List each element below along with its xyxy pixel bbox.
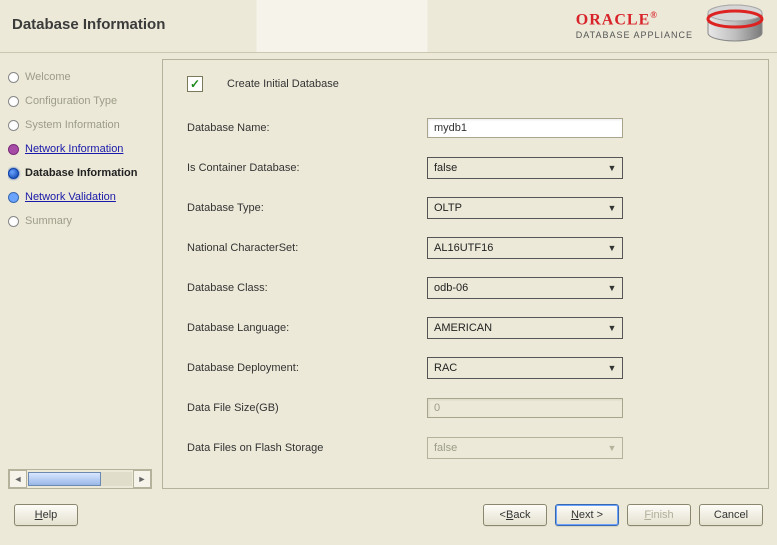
- step-bullet-icon: [8, 144, 19, 155]
- database-class-select[interactable]: odb-06 ▼: [427, 277, 623, 299]
- help-button[interactable]: Help: [14, 504, 78, 526]
- scroll-right-icon[interactable]: ►: [133, 470, 151, 488]
- step-label: Configuration Type: [25, 95, 117, 107]
- select-value: odb-06: [434, 282, 468, 294]
- chevron-down-icon: ▼: [604, 363, 620, 373]
- step-label: Welcome: [25, 71, 71, 83]
- database-type-select[interactable]: OLTP ▼: [427, 197, 623, 219]
- database-language-select[interactable]: AMERICAN ▼: [427, 317, 623, 339]
- brand-subtitle: DATABASE APPLIANCE: [576, 30, 693, 40]
- data-file-size-input: [427, 398, 623, 418]
- label-db-class: Database Class:: [187, 282, 427, 294]
- step-label[interactable]: Network Information: [25, 143, 123, 155]
- header: Database Information ORACLE® DATABASE AP…: [0, 0, 777, 53]
- scroll-thumb[interactable]: [28, 472, 101, 486]
- sidebar-scrollbar[interactable]: ◄ ►: [8, 469, 152, 489]
- flash-storage-select: false ▼: [427, 437, 623, 459]
- brand-name: ORACLE®: [576, 10, 693, 29]
- next-button[interactable]: Next >: [555, 504, 619, 526]
- chevron-down-icon: ▼: [604, 203, 620, 213]
- step-label: Database Information: [25, 167, 137, 179]
- wizard-sidebar: Welcome Configuration Type System Inform…: [0, 53, 160, 493]
- footer: Help < Back Next > Finish Cancel: [0, 493, 777, 537]
- cancel-button[interactable]: Cancel: [699, 504, 763, 526]
- finish-button: Finish: [627, 504, 691, 526]
- back-button[interactable]: < Back: [483, 504, 547, 526]
- select-value: RAC: [434, 362, 457, 374]
- database-icon: [705, 4, 765, 46]
- label-db-deployment: Database Deployment:: [187, 362, 427, 374]
- create-initial-db-label: Create Initial Database: [227, 78, 339, 90]
- label-is-container: Is Container Database:: [187, 162, 427, 174]
- label-db-type: Database Type:: [187, 202, 427, 214]
- step-bullet-icon: [8, 168, 19, 179]
- scroll-track[interactable]: [28, 472, 132, 486]
- step-database-information: Database Information: [8, 161, 156, 185]
- step-network-information[interactable]: Network Information: [8, 137, 156, 161]
- page-title: Database Information: [12, 16, 165, 33]
- national-charset-select[interactable]: AL16UTF16 ▼: [427, 237, 623, 259]
- step-configuration-type: Configuration Type: [8, 89, 156, 113]
- scroll-left-icon[interactable]: ◄: [9, 470, 27, 488]
- form-panel: Create Initial Database Database Name: I…: [162, 59, 769, 489]
- step-bullet-icon: [8, 96, 19, 107]
- step-bullet-icon: [8, 192, 19, 203]
- select-value: false: [434, 162, 457, 174]
- main: Welcome Configuration Type System Inform…: [0, 53, 777, 493]
- step-bullet-icon: [8, 216, 19, 227]
- label-db-name: Database Name:: [187, 122, 427, 134]
- step-label: System Information: [25, 119, 120, 131]
- brand: ORACLE® DATABASE APPLIANCE: [576, 4, 765, 46]
- chevron-down-icon: ▼: [604, 163, 620, 173]
- step-welcome: Welcome: [8, 65, 156, 89]
- step-label[interactable]: Network Validation: [25, 191, 116, 203]
- select-value: AMERICAN: [434, 322, 492, 334]
- step-summary: Summary: [8, 209, 156, 233]
- label-db-language: Database Language:: [187, 322, 427, 334]
- create-initial-db-checkbox[interactable]: [187, 76, 203, 92]
- label-charset: National CharacterSet:: [187, 242, 427, 254]
- database-name-input[interactable]: [427, 118, 623, 138]
- step-network-validation[interactable]: Network Validation: [8, 185, 156, 209]
- chevron-down-icon: ▼: [604, 283, 620, 293]
- is-container-select[interactable]: false ▼: [427, 157, 623, 179]
- step-system-information: System Information: [8, 113, 156, 137]
- chevron-down-icon: ▼: [604, 243, 620, 253]
- chevron-down-icon: ▼: [604, 323, 620, 333]
- select-value: AL16UTF16: [434, 242, 493, 254]
- label-file-size: Data File Size(GB): [187, 402, 427, 414]
- step-label: Summary: [25, 215, 72, 227]
- label-flash-storage: Data Files on Flash Storage: [187, 442, 427, 454]
- select-value: OLTP: [434, 202, 462, 214]
- chevron-down-icon: ▼: [604, 443, 620, 453]
- step-bullet-icon: [8, 120, 19, 131]
- database-deployment-select[interactable]: RAC ▼: [427, 357, 623, 379]
- step-bullet-icon: [8, 72, 19, 83]
- select-value: false: [434, 442, 457, 454]
